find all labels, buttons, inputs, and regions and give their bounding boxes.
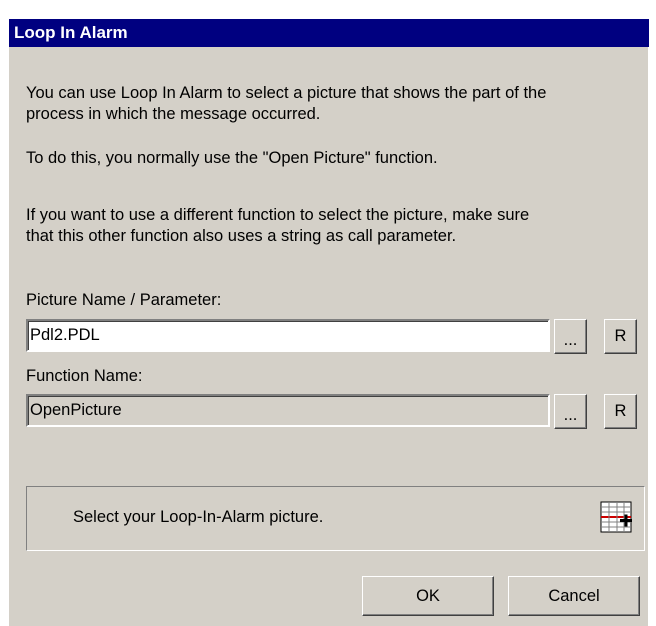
intro-text-line-1: You can use Loop In Alarm to select a pi… — [26, 84, 547, 102]
status-panel: Select your Loop-In-Alarm picture. — [26, 486, 645, 551]
picture-name-input[interactable]: Pdl2.PDL — [26, 319, 550, 352]
intro-text-line-2: process in which the message occurred. — [26, 105, 321, 123]
function-name-input[interactable]: OpenPicture — [26, 394, 550, 427]
function-reset-button[interactable]: R — [604, 394, 637, 429]
dialog-title: Loop In Alarm — [9, 19, 649, 47]
ok-button[interactable]: OK — [362, 576, 494, 616]
picture-select-icon[interactable] — [600, 501, 634, 535]
cancel-button[interactable]: Cancel — [508, 576, 640, 616]
function-name-label: Function Name: — [26, 367, 143, 385]
intro-text-line-3: To do this, you normally use the "Open P… — [26, 149, 438, 167]
loop-in-alarm-dialog: Loop In Alarm You can use Loop In Alarm … — [8, 18, 649, 626]
status-text: Select your Loop-In-Alarm picture. — [73, 508, 324, 526]
function-browse-button[interactable]: ... — [554, 394, 587, 429]
picture-reset-button[interactable]: R — [604, 319, 637, 354]
info-text-line-1: If you want to use a different function … — [26, 206, 530, 224]
info-text-line-2: that this other function also uses a str… — [26, 227, 457, 245]
picture-name-label: Picture Name / Parameter: — [26, 291, 222, 309]
picture-browse-button[interactable]: ... — [554, 319, 587, 354]
